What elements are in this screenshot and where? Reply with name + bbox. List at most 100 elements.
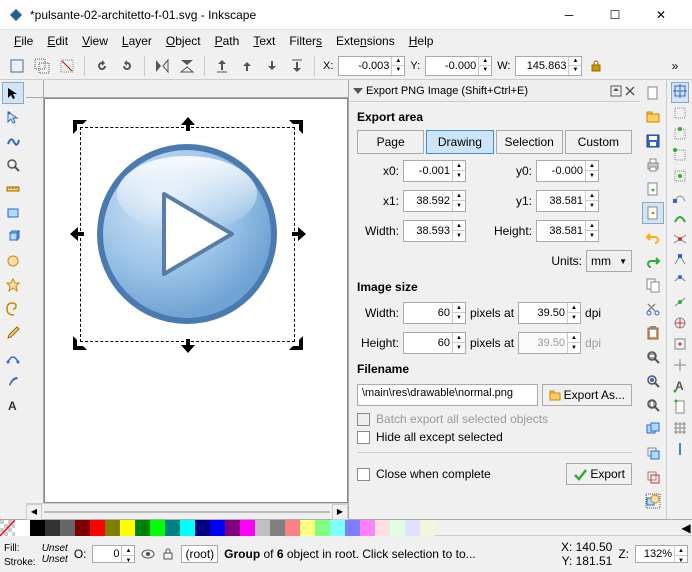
color-swatch[interactable] [390, 520, 405, 536]
select-all-icon[interactable] [6, 55, 28, 77]
new-doc-icon[interactable] [642, 82, 664, 104]
img-height-input[interactable]: ▲▼ [403, 332, 466, 354]
close-button[interactable]: ✕ [638, 0, 684, 30]
maximize-button[interactable]: ☐ [592, 0, 638, 30]
color-swatch[interactable] [360, 520, 375, 536]
panel-close-icon[interactable] [624, 85, 636, 97]
snap-intersection-icon[interactable] [672, 231, 688, 250]
selection-handle-w[interactable] [70, 227, 84, 241]
rotate-ccw-icon[interactable] [91, 55, 113, 77]
ruler-horizontal[interactable] [44, 80, 348, 98]
snap-bbox-corner-icon[interactable] [672, 147, 688, 166]
zoom-fit-icon[interactable] [642, 346, 664, 368]
scroll-right-icon[interactable]: ▶ [332, 504, 348, 520]
undo-icon[interactable] [642, 226, 664, 248]
color-swatch[interactable] [375, 520, 390, 536]
color-swatch[interactable] [75, 520, 90, 536]
layer-visibility-icon[interactable] [141, 547, 155, 561]
scrollbar-horizontal[interactable]: ◀ ▶ [26, 503, 348, 519]
snap-other-icon[interactable] [672, 315, 688, 334]
unlink-clone-icon[interactable] [642, 466, 664, 488]
menu-extensions[interactable]: Extensions [330, 32, 401, 50]
color-swatch[interactable] [165, 520, 180, 536]
x1-input[interactable]: ▲▼ [403, 190, 466, 212]
copy-icon[interactable] [642, 274, 664, 296]
color-swatch[interactable] [195, 520, 210, 536]
pencil-tool-icon[interactable] [2, 322, 24, 344]
redo-icon[interactable] [642, 250, 664, 272]
rect-tool-icon[interactable] [2, 202, 24, 224]
close-when-complete-checkbox[interactable]: Close when complete [357, 467, 491, 481]
spiral-tool-icon[interactable] [2, 298, 24, 320]
raise-icon[interactable] [236, 55, 258, 77]
color-swatch[interactable] [180, 520, 195, 536]
menu-filters[interactable]: Filters [283, 32, 328, 50]
color-swatch[interactable] [120, 520, 135, 536]
area-height-input[interactable]: ▲▼ [536, 220, 599, 242]
bezier-tool-icon[interactable] [2, 346, 24, 368]
selection-handle-s[interactable] [181, 339, 195, 353]
measure-tool-icon[interactable] [2, 178, 24, 200]
menu-help[interactable]: Help [403, 32, 440, 50]
overflow-icon[interactable]: » [664, 55, 686, 77]
stroke-value[interactable]: Unset [42, 554, 68, 565]
snap-page-icon[interactable] [672, 399, 688, 418]
color-swatch[interactable] [90, 520, 105, 536]
select-all-layers-icon[interactable] [31, 55, 53, 77]
snap-bbox-edge-icon[interactable] [672, 126, 688, 145]
tab-page[interactable]: Page [357, 130, 424, 154]
color-swatch[interactable] [330, 520, 345, 536]
flip-h-icon[interactable] [151, 55, 173, 77]
color-swatch[interactable] [15, 520, 30, 536]
selection-handle-n[interactable] [181, 117, 195, 131]
tab-selection[interactable]: Selection [496, 130, 563, 154]
hide-all-checkbox[interactable]: Hide all except selected [357, 430, 632, 444]
x-input[interactable]: ▲▼ [338, 56, 405, 76]
rotate-cw-icon[interactable] [116, 55, 138, 77]
color-swatch[interactable] [315, 520, 330, 536]
snap-line-midpoint-icon[interactable] [672, 294, 688, 313]
color-swatch[interactable] [240, 520, 255, 536]
color-swatch[interactable] [135, 520, 150, 536]
snap-cusp-icon[interactable] [672, 252, 688, 271]
calligraphy-tool-icon[interactable] [2, 370, 24, 392]
y1-input[interactable]: ▲▼ [536, 190, 599, 212]
lock-icon[interactable] [585, 55, 607, 77]
menu-layer[interactable]: Layer [116, 32, 158, 50]
color-swatch[interactable] [300, 520, 315, 536]
export-as-button[interactable]: Export As... [542, 384, 632, 406]
star-tool-icon[interactable] [2, 274, 24, 296]
color-swatch[interactable] [255, 520, 270, 536]
text-tool-icon[interactable]: A [2, 394, 24, 416]
tweak-tool-icon[interactable] [2, 130, 24, 152]
y-input[interactable]: ▲▼ [425, 56, 492, 76]
tab-drawing[interactable]: Drawing [426, 130, 493, 154]
color-swatch[interactable] [285, 520, 300, 536]
node-tool-icon[interactable] [2, 106, 24, 128]
y0-input[interactable]: ▲▼ [536, 160, 599, 182]
zoom-tool-icon[interactable] [2, 154, 24, 176]
snap-center-icon[interactable] [672, 336, 688, 355]
swatch-none[interactable] [0, 520, 15, 536]
filename-input[interactable]: \main\res\drawable\normal.png [357, 384, 538, 406]
img-width-input[interactable]: ▲▼ [403, 302, 466, 324]
menu-edit[interactable]: Edit [41, 32, 74, 50]
clone-icon[interactable] [642, 442, 664, 464]
canvas[interactable] [44, 98, 348, 503]
zoom-drawing-icon[interactable] [642, 370, 664, 392]
snap-smooth-icon[interactable] [672, 273, 688, 292]
menu-object[interactable]: Object [160, 32, 207, 50]
snap-rotation-icon[interactable] [672, 357, 688, 376]
w-input[interactable]: ▲▼ [515, 56, 582, 76]
menu-view[interactable]: View [76, 32, 114, 50]
fill-value[interactable]: Unset [42, 543, 68, 554]
import-icon[interactable] [642, 178, 664, 200]
group-icon[interactable] [642, 490, 664, 512]
snap-enable-icon[interactable] [671, 82, 689, 103]
selection-handle-sw[interactable] [73, 336, 87, 350]
color-swatch[interactable] [210, 520, 225, 536]
color-swatch[interactable] [345, 520, 360, 536]
dpi-width-input[interactable]: ▲▼ [518, 302, 581, 324]
color-swatch[interactable] [60, 520, 75, 536]
deselect-icon[interactable] [56, 55, 78, 77]
